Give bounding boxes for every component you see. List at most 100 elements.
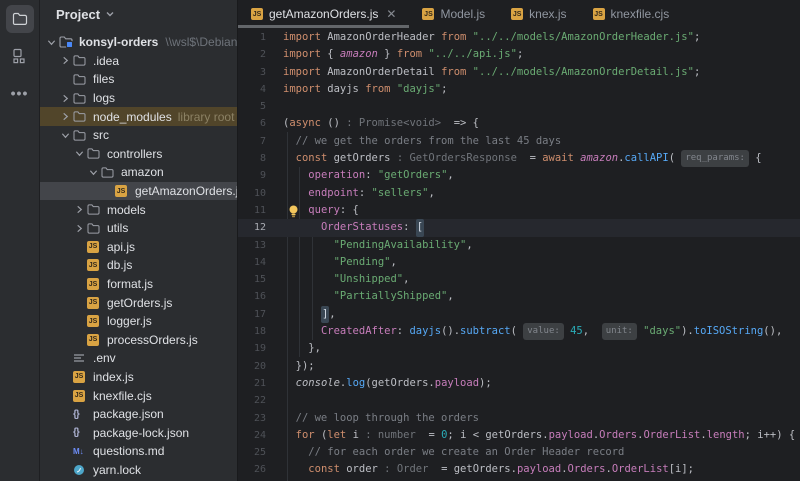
code-editor[interactable]: 1import AmazonOrderHeader from "../../mo…: [238, 28, 800, 481]
tree-item-db.js[interactable]: JSdb.js: [40, 256, 237, 275]
code-line-1[interactable]: 1import AmazonOrderHeader from "../../mo…: [238, 29, 800, 46]
code-line-4[interactable]: 4import dayjs from "dayjs";: [238, 81, 800, 98]
line-number[interactable]: 23: [238, 410, 266, 427]
chevron-right-icon[interactable]: [61, 94, 70, 103]
chevron-down-icon[interactable]: [89, 168, 98, 177]
line-number[interactable]: 25: [238, 444, 266, 461]
chevron-right-icon[interactable]: [75, 205, 84, 214]
code-line-24[interactable]: 24 for (let i : number = 0; i < getOrder…: [238, 427, 800, 444]
code-line-18[interactable]: 18 CreatedAfter: dayjs().subtract( value…: [238, 323, 800, 340]
code-line-2[interactable]: 2import { amazon } from "../../api.js";: [238, 46, 800, 63]
line-number[interactable]: 4: [238, 81, 266, 98]
tab-knex.js[interactable]: JSknex.js: [498, 0, 579, 28]
tree-item-package-lock.json[interactable]: {}package-lock.json: [40, 423, 237, 442]
tree-chevron[interactable]: [86, 168, 101, 177]
tab-knexfile.cjs[interactable]: JSknexfile.cjs: [580, 0, 683, 28]
line-number[interactable]: 12: [238, 219, 266, 236]
line-number[interactable]: 3: [238, 64, 266, 81]
line-number[interactable]: 6: [238, 115, 266, 132]
tree-item-index.js[interactable]: JSindex.js: [40, 368, 237, 387]
code-line-26[interactable]: 26 const order : Order = getOrders.paylo…: [238, 461, 800, 478]
code-line-17[interactable]: 17 ],: [238, 306, 800, 323]
code-line-15[interactable]: 15 "Unshipped",: [238, 271, 800, 288]
chevron-right-icon[interactable]: [61, 112, 70, 121]
line-number[interactable]: 14: [238, 254, 266, 271]
chevron-down-icon[interactable]: [75, 149, 84, 158]
tree-chevron[interactable]: [58, 56, 73, 65]
tree-item-yarn.lock[interactable]: yarn.lock: [40, 461, 237, 480]
tree-item-src[interactable]: src: [40, 126, 237, 145]
code-line-20[interactable]: 20 });: [238, 358, 800, 375]
line-number[interactable]: 24: [238, 427, 266, 444]
tree-item-format.js[interactable]: JSformat.js: [40, 275, 237, 294]
tree-item-controllers[interactable]: controllers: [40, 145, 237, 164]
line-number[interactable]: 10: [238, 185, 266, 202]
tree-item-getAmazonOrders.js[interactable]: JSgetAmazonOrders.js: [40, 182, 237, 201]
code-line-22[interactable]: 22: [238, 392, 800, 409]
line-number[interactable]: 21: [238, 375, 266, 392]
tree-item-files[interactable]: files: [40, 70, 237, 89]
code-line-25[interactable]: 25 // for each order we create an Order …: [238, 444, 800, 461]
code-line-3[interactable]: 3import AmazonOrderDetail from "../../mo…: [238, 64, 800, 81]
code-line-9[interactable]: 9 operation: "getOrders",: [238, 167, 800, 184]
line-number[interactable]: 18: [238, 323, 266, 340]
tree-item-utils[interactable]: utils: [40, 219, 237, 238]
tree-item-node_modules[interactable]: node_moduleslibrary root: [40, 107, 237, 126]
line-number[interactable]: 13: [238, 237, 266, 254]
line-number[interactable]: 7: [238, 133, 266, 150]
tree-item-.env[interactable]: .env: [40, 349, 237, 368]
tool-window-button-more[interactable]: •••: [6, 79, 34, 107]
lightbulb-icon[interactable]: [288, 205, 299, 218]
code-line-8[interactable]: 8 const getOrders : GetOrdersResponse = …: [238, 150, 800, 167]
tab-getAmazonOrders.js[interactable]: JSgetAmazonOrders.js✕: [238, 0, 409, 28]
code-line-19[interactable]: 19 },: [238, 340, 800, 357]
line-number[interactable]: 17: [238, 306, 266, 323]
code-line-13[interactable]: 13 "PendingAvailability",: [238, 237, 800, 254]
tree-chevron[interactable]: [72, 149, 87, 158]
tab-Model.js[interactable]: JSModel.js: [409, 0, 498, 28]
code-line-11[interactable]: 11 query: {: [238, 202, 800, 219]
code-line-21[interactable]: 21 console.log(getOrders.payload);: [238, 375, 800, 392]
project-panel-header[interactable]: Project: [40, 0, 237, 28]
tree-chevron[interactable]: [58, 112, 73, 121]
code-line-10[interactable]: 10 endpoint: "sellers",: [238, 185, 800, 202]
tree-item-.idea[interactable]: .idea: [40, 52, 237, 71]
line-number[interactable]: 26: [238, 461, 266, 478]
tree-item-konsyl-orders[interactable]: konsyl-orders\\wsl$\Debian\var\ap: [40, 33, 237, 52]
line-number[interactable]: 15: [238, 271, 266, 288]
code-line-14[interactable]: 14 "Pending",: [238, 254, 800, 271]
code-line-6[interactable]: 6(async () : Promise<void> => {: [238, 115, 800, 132]
chevron-down-icon[interactable]: [47, 38, 56, 47]
line-number[interactable]: 16: [238, 288, 266, 305]
line-number[interactable]: 2: [238, 46, 266, 63]
code-line-7[interactable]: 7 // we get the orders from the last 45 …: [238, 133, 800, 150]
close-icon[interactable]: ✕: [386, 8, 396, 20]
tree-item-api.js[interactable]: JSapi.js: [40, 238, 237, 257]
tree-item-logger.js[interactable]: JSlogger.js: [40, 312, 237, 331]
chevron-right-icon[interactable]: [75, 224, 84, 233]
tree-item-knexfile.cjs[interactable]: JSknexfile.cjs: [40, 386, 237, 405]
code-line-5[interactable]: 5: [238, 98, 800, 115]
tool-window-button-structure[interactable]: [6, 42, 34, 70]
line-number[interactable]: 20: [238, 358, 266, 375]
line-number[interactable]: 11: [238, 202, 266, 219]
tree-item-getOrders.js[interactable]: JSgetOrders.js: [40, 293, 237, 312]
tree-item-processOrders.js[interactable]: JSprocessOrders.js: [40, 331, 237, 350]
line-number[interactable]: 9: [238, 167, 266, 184]
line-number[interactable]: 1: [238, 29, 266, 46]
line-number[interactable]: 8: [238, 150, 266, 167]
chevron-down-icon[interactable]: [61, 131, 70, 140]
tree-chevron[interactable]: [72, 205, 87, 214]
line-number[interactable]: 5: [238, 98, 266, 115]
tree-chevron[interactable]: [72, 224, 87, 233]
tree-item-amazon[interactable]: amazon: [40, 163, 237, 182]
tree-chevron[interactable]: [58, 131, 73, 140]
line-number[interactable]: 19: [238, 340, 266, 357]
tree-item-questions.md[interactable]: M↓questions.md: [40, 442, 237, 461]
code-line-16[interactable]: 16 "PartiallyShipped",: [238, 288, 800, 305]
tree-chevron[interactable]: [44, 38, 59, 47]
tool-window-button-project[interactable]: [6, 5, 34, 33]
tree-item-models[interactable]: models: [40, 200, 237, 219]
chevron-right-icon[interactable]: [61, 56, 70, 65]
code-line-23[interactable]: 23 // we loop through the orders: [238, 410, 800, 427]
